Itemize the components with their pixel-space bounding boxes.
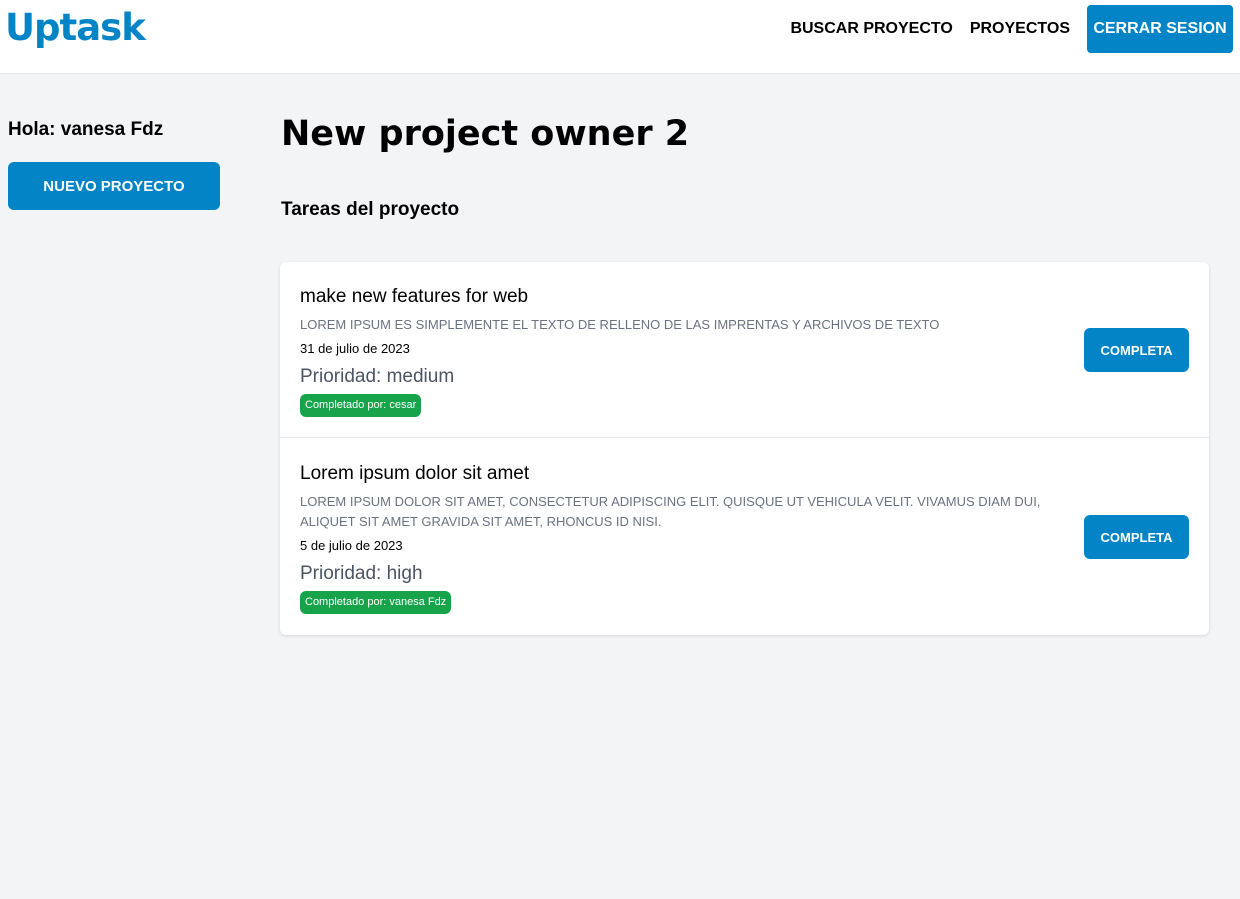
- user-greeting: Hola: vanesa Fdz: [8, 119, 164, 140]
- task-priority: Prioridad: high: [300, 563, 423, 584]
- complete-task-button[interactable]: COMPLETA: [1084, 328, 1189, 372]
- page-title: New project owner 2: [281, 114, 690, 154]
- task-list: make new features for web LOREM IPSUM ES…: [280, 262, 1209, 635]
- task-description: LOREM IPSUM DOLOR SIT AMET, CONSECTETUR …: [300, 494, 1041, 529]
- app-logo[interactable]: Uptask: [5, 6, 146, 49]
- task-priority: Prioridad: medium: [300, 366, 455, 387]
- logout-button[interactable]: CERRAR SESION: [1087, 5, 1233, 53]
- completed-by-badge: Completado por: vanesa Fdz: [300, 591, 452, 614]
- nav-projects[interactable]: PROYECTOS: [970, 20, 1070, 38]
- completed-by-badge: Completado por: cesar: [300, 394, 422, 417]
- top-nav: BUSCAR PROYECTO PROYECTOS CERRAR SESION: [790, 5, 1233, 53]
- task-description: LOREM IPSUM ES SIMPLEMENTE EL TEXTO DE R…: [300, 317, 940, 332]
- nav-search-projects[interactable]: BUSCAR PROYECTO: [790, 20, 952, 38]
- new-project-button[interactable]: NUEVO PROYECTO: [8, 162, 220, 210]
- task-date: 31 de julio de 2023: [300, 341, 410, 356]
- top-header: Uptask BUSCAR PROYECTO PROYECTOS CERRAR …: [0, 0, 1240, 74]
- task-name: make new features for web: [300, 286, 529, 307]
- complete-task-button[interactable]: COMPLETA: [1084, 515, 1189, 559]
- task-item: make new features for web LOREM IPSUM ES…: [280, 262, 1209, 438]
- task-item: Lorem ipsum dolor sit amet LOREM IPSUM D…: [280, 439, 1209, 635]
- task-date: 5 de julio de 2023: [300, 538, 403, 553]
- task-name: Lorem ipsum dolor sit amet: [300, 463, 530, 484]
- tasks-heading: Tareas del proyecto: [281, 199, 460, 220]
